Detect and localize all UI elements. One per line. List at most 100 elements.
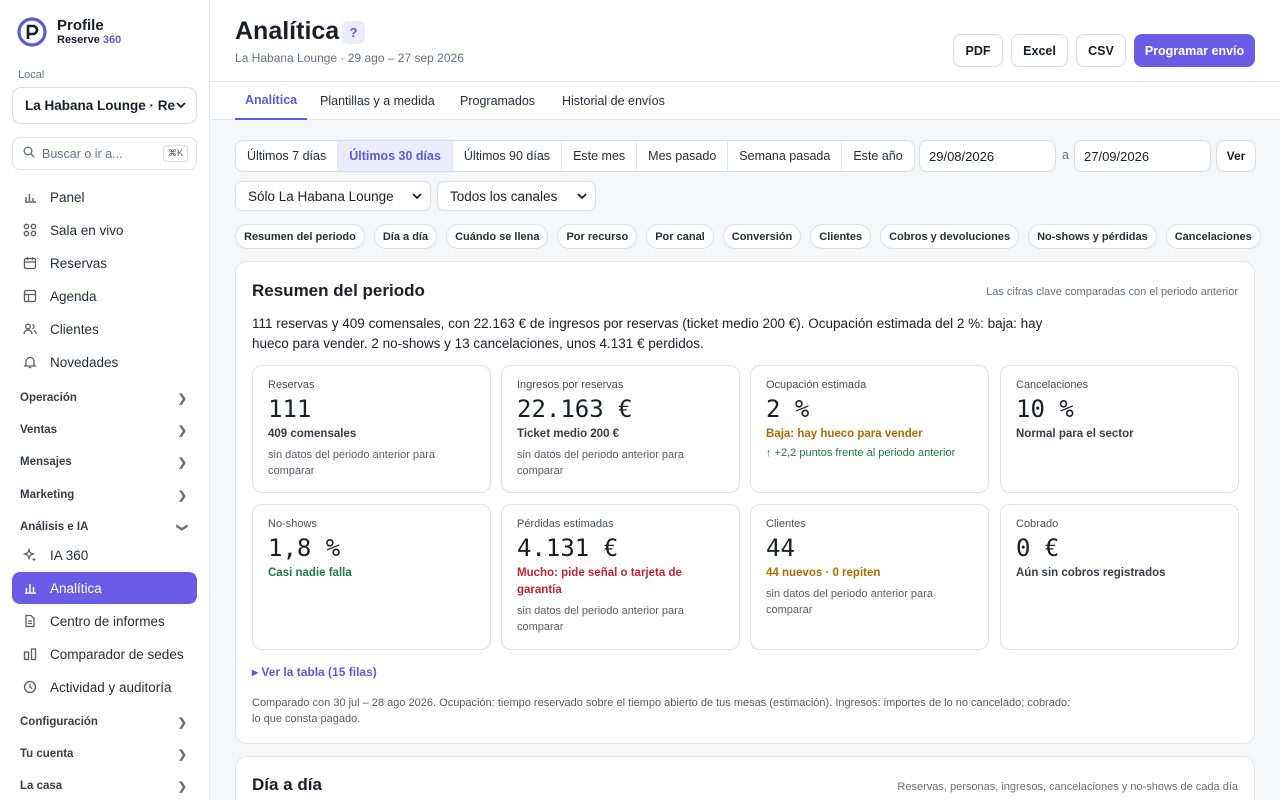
analytics-icon bbox=[22, 580, 38, 596]
chip-clientes[interactable]: Clientes bbox=[810, 224, 872, 249]
nav-item-sala-en-vivo[interactable]: Sala en vivo bbox=[12, 214, 197, 246]
nav-label: Analítica bbox=[50, 580, 102, 596]
bar-chart-icon bbox=[22, 189, 38, 205]
nav-item-reservas[interactable]: Reservas bbox=[12, 247, 197, 279]
chevron-right-icon: ❯ bbox=[177, 780, 187, 793]
kpi-clientes: Clientes 44 44 nuevos · 0 repiten sin da… bbox=[750, 504, 989, 650]
table-icon bbox=[22, 288, 38, 304]
kpi-cancelaciones: Cancelaciones 10 % Normal para el sector bbox=[1000, 365, 1239, 493]
group-la-casa[interactable]: La casa ❯ bbox=[12, 772, 197, 800]
nav-label: Sala en vivo bbox=[50, 222, 124, 238]
daily-card: Día a día Reservas, personas, ingresos, … bbox=[235, 756, 1255, 800]
kpi-reservas: Reservas 111 409 comensales sin datos de… bbox=[252, 365, 491, 493]
chip-dia-a-dia[interactable]: Día a día bbox=[373, 224, 438, 249]
app-name: Profile bbox=[57, 17, 104, 34]
range-30d[interactable]: Últimos 30 días bbox=[338, 141, 453, 171]
range-this-year[interactable]: Este año bbox=[842, 141, 913, 171]
chip-cancelaciones[interactable]: Cancelaciones bbox=[1165, 224, 1261, 249]
nav-item-actividad-y-auditoria[interactable]: Actividad y auditoría bbox=[12, 671, 197, 703]
group-mensajes[interactable]: Mensajes ❯ bbox=[12, 448, 197, 476]
group-configuracion[interactable]: Configuración ❯ bbox=[12, 708, 197, 736]
chip-resumen[interactable]: Resumen del periodo bbox=[235, 224, 365, 249]
chip-por-recurso[interactable]: Por recurso bbox=[557, 224, 638, 249]
group-analisis[interactable]: Análisis e IA ❯ bbox=[12, 513, 197, 541]
range-last-month[interactable]: Mes pasado bbox=[637, 141, 729, 171]
schedule-send-button[interactable]: Programar envío bbox=[1134, 34, 1255, 67]
kpi-cobrado: Cobrado 0 € Aún sin cobros registrados bbox=[1000, 504, 1239, 650]
app-logo[interactable]: Profile Reserve 360 bbox=[17, 17, 121, 47]
range-this-month[interactable]: Este mes bbox=[562, 141, 638, 171]
chevron-right-icon: ❯ bbox=[177, 748, 187, 761]
export-pdf-button[interactable]: PDF bbox=[953, 34, 1003, 67]
nav-item-comparador-de-sedes[interactable]: Comparador de sedes bbox=[12, 638, 197, 670]
delta-up: ↑ +2,2 puntos frente al periodo anterior bbox=[766, 447, 956, 459]
tabs-bar: Analítica Plantillas y a medida Programa… bbox=[210, 82, 1280, 120]
clock-icon bbox=[22, 679, 38, 695]
nav-item-clientes[interactable]: Clientes bbox=[12, 313, 197, 345]
chip-conversion[interactable]: Conversión bbox=[722, 224, 802, 249]
document-icon bbox=[22, 613, 38, 629]
summary-card: Resumen del periodo Las cifras clave com… bbox=[235, 261, 1255, 744]
chip-por-canal[interactable]: Por canal bbox=[646, 224, 714, 249]
export-csv-button[interactable]: CSV bbox=[1076, 34, 1126, 67]
nav-item-panel[interactable]: Panel bbox=[12, 181, 197, 213]
range-7d[interactable]: Últimos 7 días bbox=[236, 141, 339, 171]
nav-label: Centro de informes bbox=[50, 613, 165, 629]
search-input[interactable]: Buscar o ir a... ⌘K bbox=[12, 137, 197, 170]
date-separator: a bbox=[1062, 148, 1069, 162]
logo-icon bbox=[17, 17, 47, 47]
chip-no-shows[interactable]: No-shows y pérdidas bbox=[1028, 224, 1157, 249]
group-marketing[interactable]: Marketing ❯ bbox=[12, 481, 197, 509]
daily-title: Día a día bbox=[252, 775, 322, 794]
nav-item-novedades[interactable]: Novedades bbox=[12, 346, 197, 378]
summary-note: Las cifras clave comparadas con el perio… bbox=[986, 286, 1238, 298]
nav-label: Reservas bbox=[50, 255, 108, 271]
compare-icon bbox=[22, 646, 38, 662]
channel-select[interactable]: Todos los canales bbox=[437, 181, 596, 211]
chevron-down-icon: ❯ bbox=[175, 522, 188, 532]
kpi-no-shows: No-shows 1,8 % Casi nadie falla bbox=[252, 504, 491, 650]
tab-plantillas[interactable]: Plantillas y a medida bbox=[310, 82, 445, 120]
chip-cobros[interactable]: Cobros y devoluciones bbox=[880, 224, 1020, 249]
users-icon bbox=[22, 321, 38, 337]
date-from-input[interactable]: 29/08/2026 bbox=[919, 140, 1056, 172]
chip-cuando-se-llena[interactable]: Cuándo se llena bbox=[446, 224, 549, 249]
nav-label: Novedades bbox=[50, 354, 119, 370]
group-tu-cuenta[interactable]: Tu cuenta ❯ bbox=[12, 740, 197, 768]
chevron-right-icon: ❯ bbox=[177, 489, 187, 502]
channel-select-value: Todos los canales bbox=[450, 188, 558, 204]
export-excel-button[interactable]: Excel bbox=[1011, 34, 1068, 67]
kpi-ingresos: Ingresos por reservas 22.163 € Ticket me… bbox=[501, 365, 740, 493]
venue-select[interactable]: Sólo La Habana Lounge bbox=[235, 181, 431, 211]
nav-label: Comparador de sedes bbox=[50, 646, 184, 662]
sparkle-icon bbox=[22, 547, 38, 563]
daily-note: Reservas, personas, ingresos, cancelacio… bbox=[897, 781, 1238, 793]
date-to-input[interactable]: 27/09/2026 bbox=[1074, 140, 1211, 172]
bell-icon bbox=[22, 354, 38, 370]
tab-programados[interactable]: Programados bbox=[450, 82, 545, 120]
nav-label: Clientes bbox=[50, 321, 99, 337]
nav-item-agenda[interactable]: Agenda bbox=[12, 280, 197, 312]
chevron-down-icon bbox=[577, 189, 587, 204]
view-table-link[interactable]: ▸ Ver la tabla (15 filas) bbox=[252, 665, 377, 679]
summary-title: Resumen del periodo bbox=[252, 281, 425, 300]
nav-item-centro-de-informes[interactable]: Centro de informes bbox=[12, 605, 197, 637]
range-last-week[interactable]: Semana pasada bbox=[728, 141, 843, 171]
tab-analitica[interactable]: Analítica bbox=[235, 82, 308, 120]
local-select[interactable]: La Habana Lounge · Rest bbox=[12, 87, 197, 124]
nav-item-analitica[interactable]: Analítica bbox=[12, 572, 197, 604]
search-shortcut: ⌘K bbox=[162, 145, 188, 162]
summary-footnote: Comparado con 30 jul – 28 ago 2026. Ocup… bbox=[252, 697, 1071, 725]
chevron-right-icon: ❯ bbox=[177, 456, 187, 469]
group-operacion[interactable]: Operación ❯ bbox=[12, 384, 197, 412]
page-title: Analítica bbox=[235, 17, 340, 45]
sidebar: Profile Reserve 360 Local La Habana Loun… bbox=[0, 0, 210, 800]
date-range-selector: Últimos 7 días Últimos 30 días Últimos 9… bbox=[235, 140, 915, 172]
apply-range-button[interactable]: Ver bbox=[1216, 140, 1256, 172]
range-90d[interactable]: Últimos 90 días bbox=[453, 141, 563, 171]
group-ventas[interactable]: Ventas ❯ bbox=[12, 416, 197, 444]
tab-historial[interactable]: Historial de envíos bbox=[552, 82, 675, 120]
chevron-right-icon: ❯ bbox=[177, 424, 187, 437]
nav-item-ia-360[interactable]: IA 360 bbox=[12, 539, 197, 571]
help-button[interactable]: ? bbox=[342, 21, 365, 44]
